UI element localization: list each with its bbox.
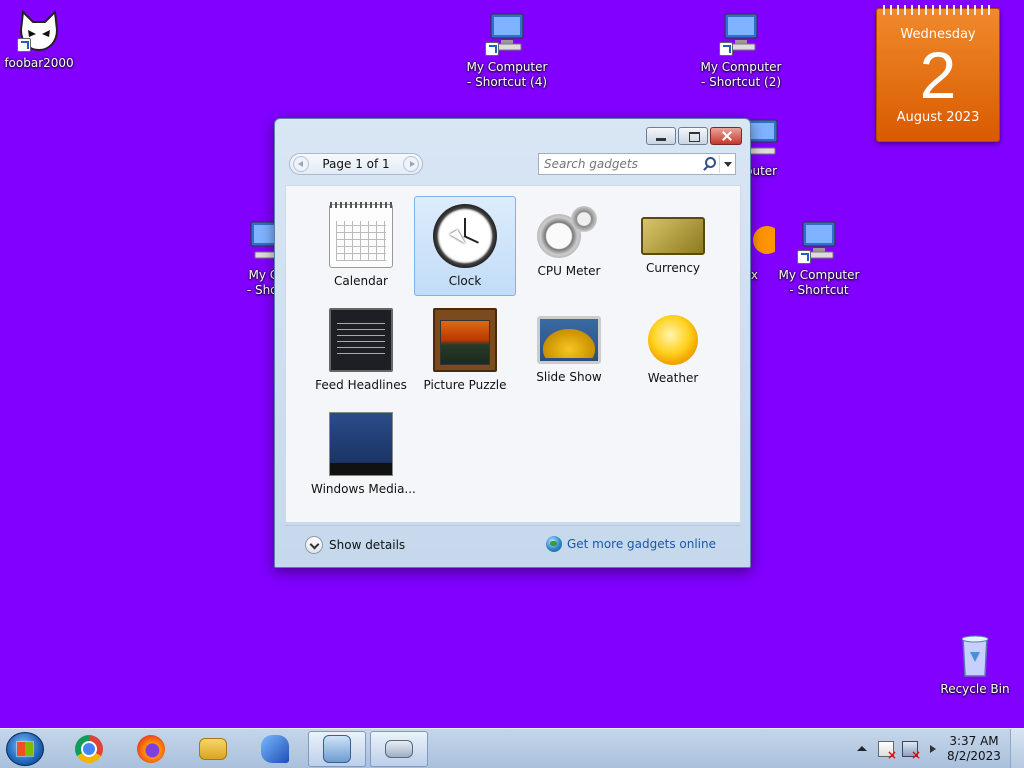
keyboard-icon (385, 740, 413, 758)
desktop-icon-label: foobar2000 (4, 56, 74, 70)
desktop-icon-recycle-bin[interactable]: Recycle Bin (930, 632, 1020, 697)
taskbar-item-chrome[interactable] (60, 731, 118, 767)
shortcut-arrow-icon (719, 42, 733, 56)
gadget-name: Slide Show (536, 370, 602, 384)
taskbar-item-firefox[interactable] (122, 731, 180, 767)
gadget-list: Calendar Clock CPU Meter Currency Feed H… (285, 185, 741, 523)
gadget-tile-weather[interactable]: Weather (622, 300, 724, 400)
cpu-meter-icon (537, 206, 597, 258)
desktop-icon-my-computer-shortcut-2[interactable]: My Computer - Shortcut (2) (696, 10, 786, 90)
currency-icon (641, 217, 705, 255)
gadget-name: Currency (645, 261, 701, 275)
windows-media-center-icon (329, 412, 393, 476)
chevron-down-icon (305, 536, 323, 554)
clock-date: 8/2/2023 (947, 749, 1001, 763)
computer-icon (795, 218, 843, 266)
calendar-month-year: August 2023 (896, 110, 980, 125)
close-button[interactable] (710, 127, 742, 145)
search-box (538, 153, 736, 175)
taskbar-item-gadgets[interactable] (308, 731, 366, 767)
search-icon[interactable] (701, 156, 717, 172)
calendar-gadget[interactable]: Wednesday 2 August 2023 (876, 5, 1000, 142)
recycle-bin-icon (951, 632, 999, 680)
maximize-button[interactable] (678, 127, 708, 145)
gadget-tile-cpu-meter[interactable]: CPU Meter (518, 196, 620, 296)
calendar-day-number: 2 (919, 38, 957, 112)
taskbar-item-keyboard[interactable] (370, 731, 428, 767)
page-navigator: Page 1 of 1 (289, 153, 423, 175)
globe-icon (545, 536, 562, 552)
show-details-label: Show details (329, 538, 406, 552)
gadget-tile-picture-puzzle[interactable]: Picture Puzzle (414, 300, 516, 400)
search-input[interactable] (539, 155, 701, 173)
search-dropdown-button[interactable] (719, 155, 735, 173)
gadget-tile-clock[interactable]: Clock (414, 196, 516, 296)
network-icon[interactable] (902, 741, 921, 762)
gadget-name: Windows Media... (311, 482, 416, 496)
volume-muted-icon[interactable] (930, 745, 936, 753)
gadget-gallery-window: Page 1 of 1 Calendar Clock CPU Meter (274, 118, 751, 568)
calendar-icon (329, 202, 393, 268)
desktop-icon-label: My Computer - Shortcut (778, 268, 860, 297)
minimize-button[interactable] (646, 127, 676, 145)
action-center-flag-icon[interactable] (878, 741, 897, 762)
gadget-name: CPU Meter (537, 264, 601, 278)
taskbar-item-blue-app[interactable] (246, 731, 304, 767)
gadget-tile-feed-headlines[interactable]: Feed Headlines (310, 300, 412, 400)
gadget-tile-slide-show[interactable]: Slide Show (518, 300, 620, 400)
gadget-name: Calendar (334, 274, 388, 288)
firefox-icon (137, 735, 165, 763)
desktop-icon-my-computer-shortcut-4[interactable]: My Computer - Shortcut (4) (462, 10, 552, 90)
previous-page-button[interactable] (293, 156, 309, 172)
computer-icon (483, 10, 531, 58)
gallery-toolbar: Page 1 of 1 (289, 153, 736, 177)
weather-icon (648, 315, 698, 365)
show-desktop-button[interactable] (1010, 729, 1024, 768)
app-icon (261, 735, 289, 763)
shortcut-arrow-icon (17, 38, 31, 52)
taskbar-item-file-explorer[interactable] (184, 731, 242, 767)
get-more-gadgets-label: Get more gadgets online (566, 537, 716, 551)
gadget-tile-currency[interactable]: Currency (622, 196, 724, 296)
gadget-name: Picture Puzzle (423, 378, 507, 392)
taskbar-clock[interactable]: 3:37 AM 8/2/2023 (942, 734, 1006, 764)
show-details-button[interactable]: Show details (305, 536, 405, 554)
calendar-rings (883, 5, 993, 15)
show-hidden-icons-button[interactable] (854, 741, 870, 757)
chrome-icon (75, 735, 103, 763)
clock-time: 3:37 AM (949, 734, 999, 748)
gadget-name: Clock (448, 274, 482, 288)
gadget-name: Feed Headlines (315, 378, 407, 392)
system-tray: 3:37 AM 8/2/2023 (850, 729, 1024, 768)
next-page-button[interactable] (403, 156, 419, 172)
foobar2000-icon (15, 6, 63, 54)
get-more-gadgets-link[interactable]: Get more gadgets online (545, 536, 716, 552)
desktop-icon-label: Recycle Bin (940, 682, 1010, 696)
desktop-icon-label: My Computer - Shortcut (4) (466, 60, 548, 89)
desktop-icon-my-computer-shortcut[interactable]: My Computer - Shortcut (774, 218, 864, 298)
clock-icon (433, 204, 497, 268)
gadgets-icon (323, 735, 351, 763)
start-button[interactable] (6, 732, 44, 766)
feed-headlines-icon (329, 308, 393, 372)
shortcut-arrow-icon (485, 42, 499, 56)
gadget-name: Weather (647, 371, 699, 385)
taskbar: 3:37 AM 8/2/2023 (0, 728, 1024, 768)
slide-show-icon (537, 316, 601, 364)
page-label: Page 1 of 1 (322, 157, 390, 171)
gallery-footer: Show details Get more gadgets online (285, 525, 740, 559)
shortcut-arrow-icon (797, 250, 811, 264)
picture-puzzle-icon (433, 308, 497, 372)
window-controls (646, 127, 742, 145)
computer-icon (717, 10, 765, 58)
desktop-icon-label: My Computer - Shortcut (2) (700, 60, 782, 89)
desktop-icon-foobar2000[interactable]: foobar2000 (0, 6, 84, 71)
folder-icon (199, 738, 227, 760)
gadget-tile-calendar[interactable]: Calendar (310, 196, 412, 296)
gadget-tile-windows-media-center[interactable]: Windows Media... (310, 404, 416, 504)
